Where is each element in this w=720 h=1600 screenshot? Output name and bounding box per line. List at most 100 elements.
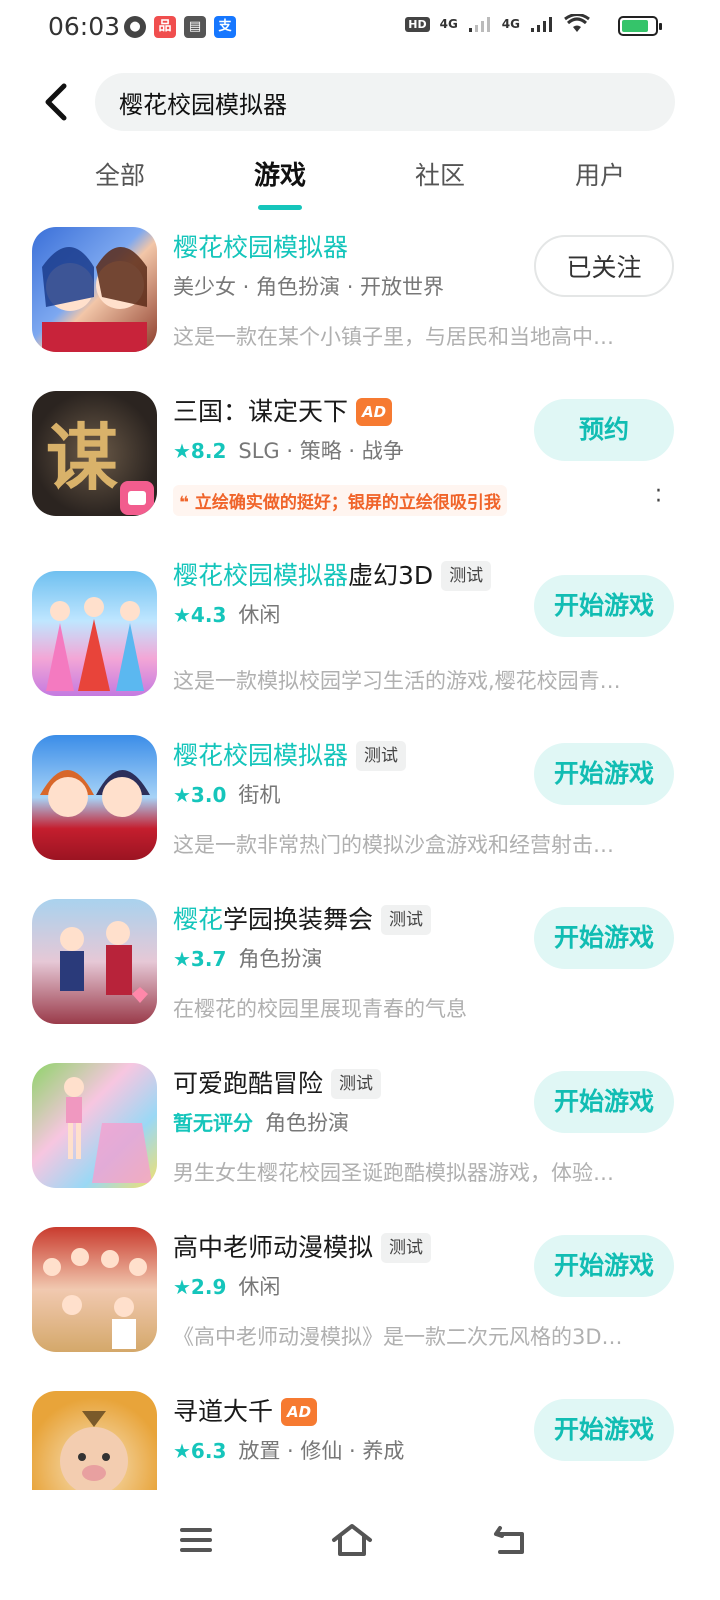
item-tags: 放置 · 修仙 · 养成 [238,1439,405,1463]
ad-badge: AD [356,398,393,426]
search-results-list: 樱花校园模拟器 美少女 · 角色扮演 · 开放世界 这是一款在某个小镇子里，与居… [0,215,720,1499]
title-rest: 学园换装舞会 [223,905,374,934]
test-badge: 测试 [331,1069,382,1099]
tab-users[interactable]: 用户 [540,152,660,202]
title-text: 三国：谋定天下 [173,397,349,426]
hd-icon: HD [405,16,430,32]
test-badge: 测试 [381,1233,432,1263]
battery-fill [622,20,648,32]
more-options-icon[interactable]: · · [655,481,662,513]
title-text: 高中老师动漫模拟 [173,1233,374,1262]
item-tags: 街机 [238,783,281,807]
system-nav-bar [0,1490,720,1600]
review-quote: ❝ 立绘确实做的挺好；银屏的立绘很吸引我 [173,485,507,516]
item-title: 樱花校园模拟器 [173,229,528,267]
list-item[interactable]: 樱花校园模拟器虚幻3D 测试 ★4.3 休闲 这是一款模拟校园学习生活的游戏,樱花… [0,543,720,723]
test-badge: 测试 [381,905,432,935]
item-description: 在樱花的校园里展现青春的气息 [173,997,467,1021]
chevron-left-icon [45,83,67,121]
quote-text: 立绘确实做的挺好；银屏的立绘很吸引我 [194,493,501,513]
title-highlight: 樱花校园模拟器 [173,741,349,770]
list-item[interactable]: 可爱跑酷冒险 测试 暂无评分 角色扮演 男生女生樱花校园圣诞跑酷模拟器游戏，体验…… [0,1051,720,1215]
rating: ★8.2 [173,439,227,463]
list-item[interactable]: 樱花校园模拟器 测试 ★3.0 街机 这是一款非常热门的模拟沙盒游戏和经营射击… … [0,723,720,887]
list-item[interactable]: 寻道大千 AD ★6.3 放置 · 修仙 · 养成 开始游戏 [0,1379,720,1499]
item-info: 樱花学园换装舞会 测试 ★3.7 角色扮演 [173,901,528,975]
item-description: 这是一款模拟校园学习生活的游戏,樱花校园青… [173,669,621,693]
rating: ★6.3 [173,1439,227,1463]
tab-games[interactable]: 游戏 [220,152,340,210]
item-info: 高中老师动漫模拟 测试 ★2.9 休闲 [173,1229,528,1303]
wifi-icon [564,14,590,32]
back-nav-button[interactable] [480,1510,540,1570]
tab-all[interactable]: 全部 [60,152,180,202]
list-item[interactable]: 谋 三国：谋定天下 AD ★8.2 SLG · 策略 · 战争 ❝ 立绘确实做的挺… [0,379,720,543]
item-tags: 休闲 [238,603,281,627]
calendar-notification-icon: ▤ [184,16,206,38]
list-item[interactable]: 樱花校园模拟器 美少女 · 角色扮演 · 开放世界 这是一款在某个小镇子里，与居… [0,215,720,379]
home-button[interactable] [322,1510,382,1570]
item-title: 樱花校园模拟器虚幻3D 测试 [173,557,543,595]
game-icon-pig-cultivator[interactable] [32,1391,157,1499]
start-game-button[interactable]: 开始游戏 [534,743,674,805]
svg-text:谋: 谋 [46,415,118,500]
game-icon-sakura-school-girls[interactable] [32,227,157,352]
chat-notification-icon: ● [124,16,146,38]
item-meta: ★8.2 SLG · 策略 · 战争 [173,435,528,467]
search-bar[interactable] [95,73,675,131]
title-rest: 虚幻3D [348,561,434,590]
item-description: 男生女生樱花校园圣诞跑酷模拟器游戏，体验… [173,1161,614,1185]
item-title: 寻道大千 AD [173,1393,528,1431]
alipay-notification-icon: 支 [214,16,236,38]
item-meta: ★2.9 休闲 [173,1271,528,1303]
item-info: 樱花校园模拟器虚幻3D 测试 ★4.3 休闲 [173,557,543,631]
menu-button[interactable] [166,1510,226,1570]
item-info: 三国：谋定天下 AD ★8.2 SLG · 策略 · 战争 [173,393,528,467]
start-game-button[interactable]: 开始游戏 [534,1235,674,1297]
tab-community[interactable]: 社区 [380,152,500,202]
item-meta: ★3.0 街机 [173,779,528,811]
game-icon-princess-dresses[interactable] [32,571,157,696]
reserve-button[interactable]: 预约 [534,399,674,461]
game-icon-dress-up-ball[interactable] [32,899,157,1024]
start-game-button[interactable]: 开始游戏 [534,575,674,637]
tab-label: 全部 [94,161,145,190]
item-title: 可爱跑酷冒险 测试 [173,1065,528,1103]
title-text: 可爱跑酷冒险 [173,1069,324,1098]
item-description: 这是一款在某个小镇子里，与居民和当地高中… [173,325,614,349]
item-info: 寻道大千 AD ★6.3 放置 · 修仙 · 养成 [173,1393,528,1467]
game-icon-school-uniform-pair[interactable] [32,735,157,860]
menu-icon [180,1528,212,1552]
battery-icon [618,16,662,36]
item-tags: SLG · 策略 · 战争 [238,439,404,463]
game-icon-parkour-runner[interactable] [32,1063,157,1188]
status-bar: 06:03 ● 品 ▤ 支 HD 4G 4G [0,0,720,56]
no-rating-label: 暂无评分 [173,1111,253,1135]
signal-icon [468,17,490,32]
item-meta: ★3.7 角色扮演 [173,943,528,975]
title-text: 樱花学园换装舞会 [173,901,373,939]
followed-button[interactable]: 已关注 [534,235,674,297]
title-highlight: 樱花 [173,905,224,934]
home-icon [332,1524,372,1556]
game-icon-anime-teacher[interactable] [32,1227,157,1352]
item-description: 这是一款非常热门的模拟沙盒游戏和经营射击… [173,833,614,857]
rating: ★3.0 [173,783,227,807]
title-text: 寻道大千 [173,1397,274,1426]
item-info: 可爱跑酷冒险 测试 暂无评分 角色扮演 [173,1065,528,1139]
start-game-button[interactable]: 开始游戏 [534,907,674,969]
signal-icon-2 [531,17,552,32]
start-game-button[interactable]: 开始游戏 [534,1399,674,1461]
list-item[interactable]: 高中老师动漫模拟 测试 ★2.9 休闲 《高中老师动漫模拟》是一款二次元风格的3D… [0,1215,720,1379]
item-title: 樱花校园模拟器 测试 [173,737,528,775]
item-description: 《高中老师动漫模拟》是一款二次元风格的3D… [173,1325,623,1349]
item-title: 三国：谋定天下 AD [173,393,528,431]
search-input[interactable] [95,73,675,131]
tab-label: 用户 [574,161,625,190]
back-button[interactable] [38,80,78,124]
item-tags: 角色扮演 [265,1111,349,1135]
game-icon-three-kingdoms[interactable]: 谋 [32,391,157,516]
start-game-button[interactable]: 开始游戏 [534,1071,674,1133]
list-item[interactable]: 樱花学园换装舞会 测试 ★3.7 角色扮演 在樱花的校园里展现青春的气息 开始游戏 [0,887,720,1051]
quote-icon: ❝ [179,493,195,513]
